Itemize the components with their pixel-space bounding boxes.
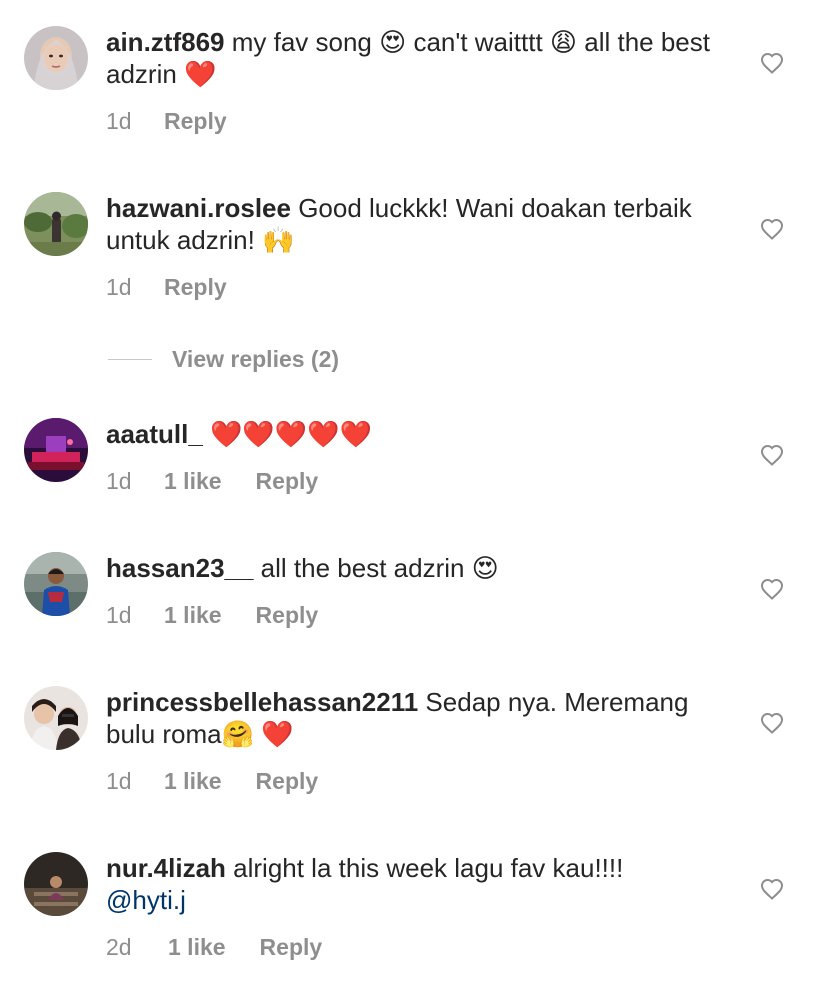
heart-outline-icon[interactable] [760, 218, 784, 240]
like-count[interactable]: 1 like [164, 602, 222, 629]
reply-button[interactable]: Reply [256, 768, 319, 795]
comment-meta: 2d 1 like Reply [106, 934, 322, 961]
comment-username[interactable]: princessbellehassan2211 [106, 687, 418, 717]
comment-body: ❤️❤️❤️❤️❤️ [202, 419, 372, 449]
view-replies-button[interactable]: View replies (2) [108, 346, 339, 373]
comment-text: nur.4lizah alright la this week lagu fav… [106, 852, 726, 916]
view-replies-divider [108, 359, 152, 360]
comment-meta: 1d 1 like Reply [106, 768, 318, 795]
comment-username[interactable]: nur.4lizah [106, 853, 226, 883]
comment-meta: 1d Reply [106, 108, 227, 135]
avatar[interactable] [24, 552, 88, 616]
reply-button[interactable]: Reply [164, 108, 227, 135]
comment-time: 2d [106, 934, 132, 960]
like-count[interactable]: 1 like [164, 768, 222, 795]
comment-meta: 1d 1 like Reply [106, 602, 318, 629]
heart-outline-icon[interactable] [760, 878, 784, 900]
mention-link[interactable]: @hyti.j [106, 885, 186, 915]
comment-time: 1d [106, 602, 132, 628]
comment-body: alright la this week lagu fav kau!!!! [225, 853, 624, 883]
like-count[interactable]: 1 like [164, 468, 222, 495]
view-replies-label: View replies (2) [172, 346, 340, 372]
comment-text: aaatull_ ❤️❤️❤️❤️❤️ [106, 418, 726, 450]
comment-text: hassan23__ all the best adzrin 😍 [106, 552, 726, 584]
reply-button[interactable]: Reply [256, 602, 319, 629]
heart-outline-icon[interactable] [760, 52, 784, 74]
comment-username[interactable]: aaatull_ [106, 419, 203, 449]
comment-username[interactable]: ain.ztf869 [106, 27, 225, 57]
avatar[interactable] [24, 686, 88, 750]
reply-button[interactable]: Reply [256, 468, 319, 495]
comment-text: ain.ztf869 my fav song 😍 can't waitttt 😩… [106, 26, 726, 90]
reply-button[interactable]: Reply [260, 934, 323, 961]
comment-time: 1d [106, 108, 132, 134]
avatar[interactable] [24, 26, 88, 90]
avatar[interactable] [24, 852, 88, 916]
comment-time: 1d [106, 274, 132, 300]
comment-username[interactable]: hazwani.roslee [106, 193, 291, 223]
reply-button[interactable]: Reply [164, 274, 227, 301]
comment-time: 1d [106, 468, 132, 494]
comment-text: princessbellehassan2211 Sedap nya. Merem… [106, 686, 726, 750]
heart-outline-icon[interactable] [760, 444, 784, 466]
comment-username[interactable]: hassan23__ [106, 553, 253, 583]
comment-meta: 1d 1 like Reply [106, 468, 318, 495]
comment-meta: 1d Reply [106, 274, 227, 301]
comment-text: hazwani.roslee Good luckkk! Wani doakan … [106, 192, 726, 256]
comment-body: all the best adzrin 😍 [253, 553, 499, 583]
like-count[interactable]: 1 like [168, 934, 226, 961]
heart-outline-icon[interactable] [760, 578, 784, 600]
heart-outline-icon[interactable] [760, 712, 784, 734]
avatar[interactable] [24, 192, 88, 256]
avatar[interactable] [24, 418, 88, 482]
comment-time: 1d [106, 768, 132, 794]
